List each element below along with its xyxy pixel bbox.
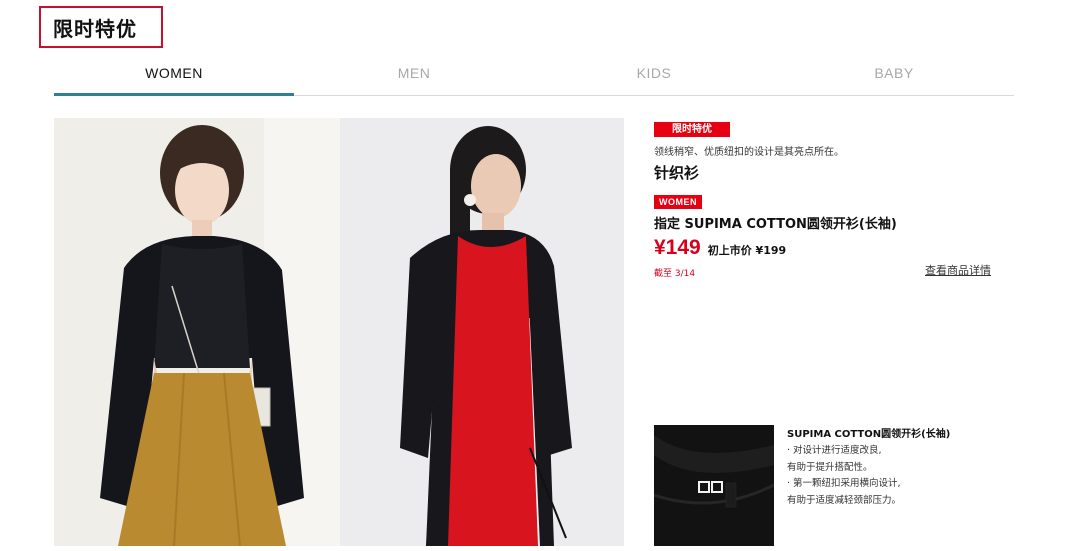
detail-bullet-line: · 对设计进行适度改良, <box>787 445 882 456</box>
product-photo-left[interactable] <box>54 118 340 546</box>
label-closeup-illustration <box>654 425 774 546</box>
detail-bullet-line: · 第一颗纽扣采用横向设计, <box>787 478 901 489</box>
deadline-row: 截至 3/14 查看商品详情 <box>654 262 1014 280</box>
detail-bullet-line: 有助于适度减轻颈部压力。 <box>787 494 902 506</box>
view-details-link[interactable]: 查看商品详情 <box>925 262 991 278</box>
detail-photo <box>654 425 774 546</box>
tab-kids[interactable]: KIDS <box>534 50 774 95</box>
tab-men[interactable]: MEN <box>294 50 534 95</box>
detail-bullet-line: 有助于提升搭配性。 <box>787 461 873 473</box>
original-price: 初上市价 ¥199 <box>707 244 787 257</box>
detail-title: SUPIMA COTTON圆领开衫(长袖) <box>787 429 951 440</box>
product-tagline: 领线稍窄、优质纽扣的设计是其亮点所在。 <box>654 147 844 158</box>
product-photo-right[interactable] <box>340 118 624 546</box>
model-photo-illustration <box>54 118 340 546</box>
sale-deadline: 截至 3/14 <box>654 269 696 279</box>
tab-women[interactable]: WOMEN <box>54 50 294 95</box>
page-title: 限时特优 <box>39 6 163 48</box>
promo-badge: 限时特优 <box>654 122 730 137</box>
product-name[interactable]: 指定 SUPIMA COTTON圆领开衫(长袖) <box>654 213 1014 232</box>
detail-description: SUPIMA COTTON圆领开衫(长袖) · 对设计进行适度改良, 有助于提升… <box>787 425 1017 509</box>
model-photo-illustration <box>340 118 624 546</box>
detail-bullets: · 对设计进行适度改良, 有助于提升搭配性。 · 第一颗纽扣采用横向设计, 有助… <box>787 443 1017 509</box>
active-tab-indicator <box>54 93 294 96</box>
tab-baby[interactable]: BABY <box>774 50 1014 95</box>
gender-badge: WOMEN <box>654 195 702 209</box>
product-info: 限时特优 领线稍窄、优质纽扣的设计是其亮点所在。 针织衫 WOMEN 指定 SU… <box>654 117 1014 280</box>
product-category: 针织衫 <box>654 164 700 182</box>
category-tabs: WOMEN MEN KIDS BABY <box>54 50 1014 96</box>
sale-price: ¥149 <box>654 236 701 259</box>
price-row: ¥149 初上市价 ¥199 <box>654 236 1014 260</box>
